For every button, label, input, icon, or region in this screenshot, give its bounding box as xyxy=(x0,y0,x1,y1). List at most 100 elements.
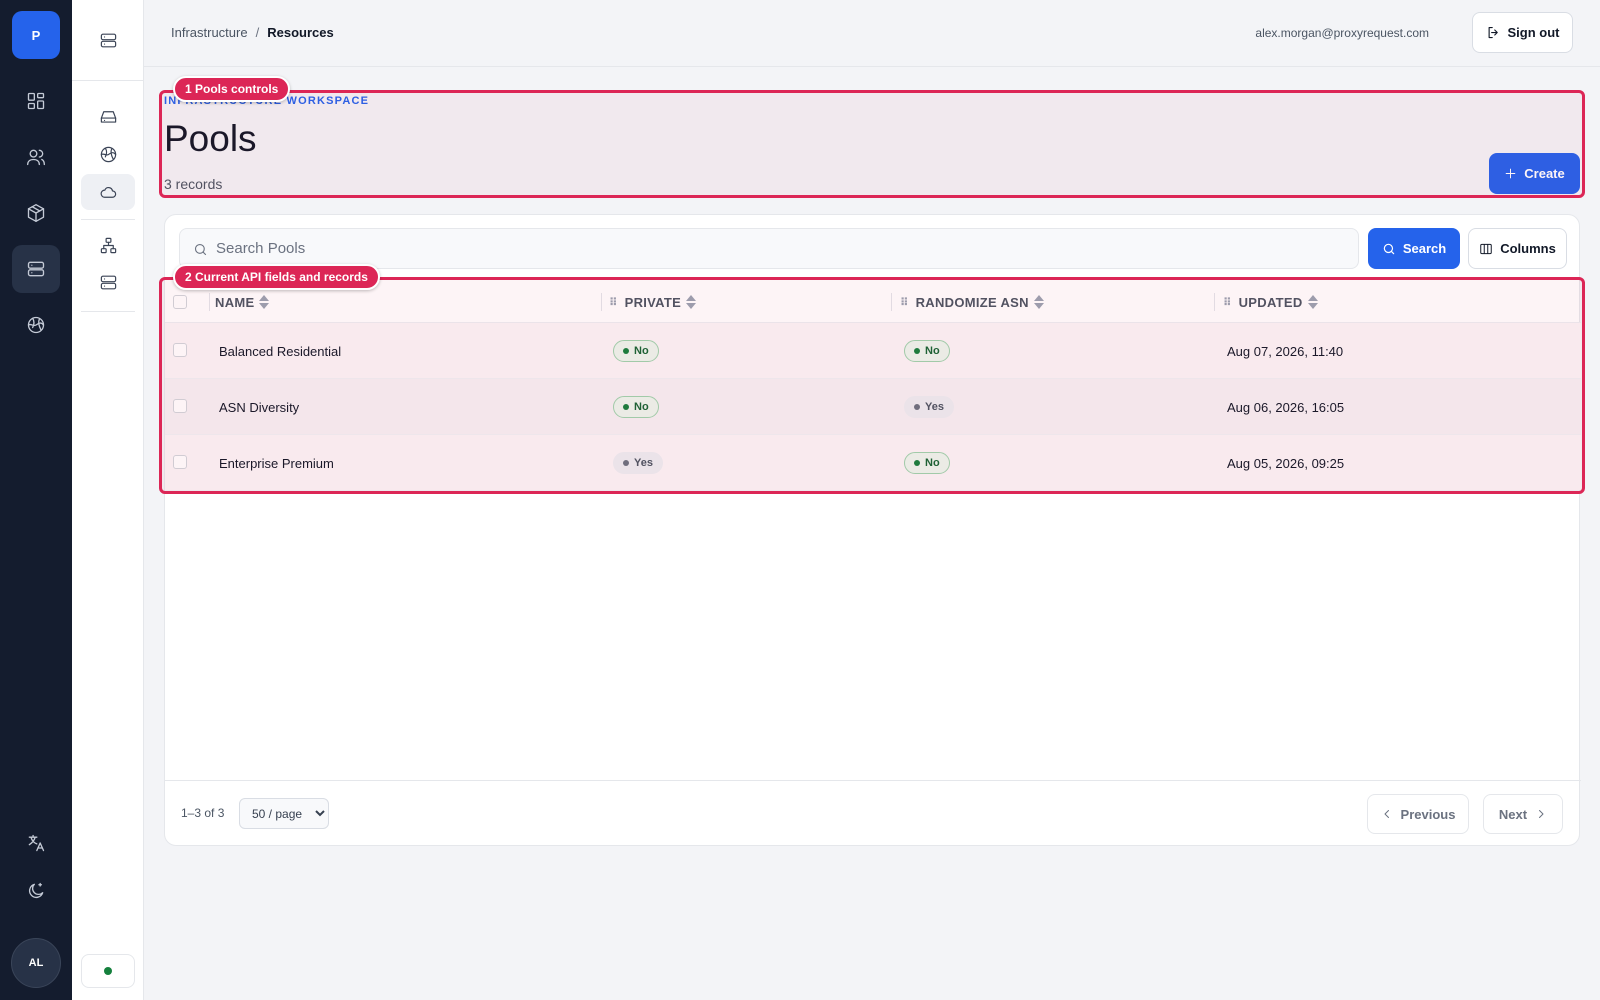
drag-handle-icon[interactable]: ⠿ xyxy=(1223,296,1232,309)
sort-icon[interactable] xyxy=(686,295,697,309)
column-divider[interactable] xyxy=(1214,293,1215,311)
cell-updated: Aug 05, 2026, 09:25 xyxy=(1227,455,1345,471)
previous-label: Previous xyxy=(1400,806,1456,822)
rail-item-users[interactable] xyxy=(12,133,60,181)
box-icon xyxy=(27,204,45,222)
primary-rail: P AL xyxy=(0,0,72,1000)
chevron-left-icon xyxy=(1384,810,1389,818)
dashboard-icon xyxy=(27,92,45,110)
column-header-label: NAME xyxy=(215,294,255,310)
table-row[interactable]: ASN Diversity No Yes Aug 06, 2026, 16:05 xyxy=(165,379,1581,435)
rail-item-theme[interactable] xyxy=(12,867,60,915)
breadcrumb-root[interactable]: Infrastructure xyxy=(171,25,248,40)
sidebar-divider xyxy=(72,80,144,81)
select-all-checkbox[interactable] xyxy=(173,295,187,309)
status-badge: Yes xyxy=(613,452,663,474)
previous-page-button[interactable]: Previous xyxy=(1367,794,1469,834)
row-checkbox[interactable] xyxy=(173,455,187,469)
annotation-box-pools-controls xyxy=(159,90,1585,198)
status-badge: No xyxy=(904,340,950,362)
column-header-label: UPDATED xyxy=(1238,294,1303,310)
column-divider[interactable] xyxy=(891,293,892,311)
server-icon xyxy=(27,261,45,277)
cell-updated: Aug 07, 2026, 11:40 xyxy=(1227,343,1344,359)
cell-name[interactable]: Balanced Residential xyxy=(219,323,341,379)
user-email: alex.morgan@proxyrequest.com xyxy=(1255,26,1429,40)
storage-icon xyxy=(100,110,116,123)
dark-mode-icon xyxy=(28,882,44,899)
server-stack-icon xyxy=(100,33,116,47)
rail-item-network[interactable] xyxy=(12,301,60,349)
status-badge: No xyxy=(613,340,659,362)
rail-item-dashboard[interactable] xyxy=(12,77,60,125)
create-button[interactable]: Create xyxy=(1489,153,1580,194)
globe-icon xyxy=(27,316,45,334)
column-divider xyxy=(209,293,210,311)
search-button-label: Search xyxy=(1402,241,1447,256)
sign-out-icon xyxy=(1488,26,1498,39)
column-header-randomize-asn[interactable]: ⠿ RANDOMIZE ASN xyxy=(900,281,1044,323)
page-size-select[interactable]: 50 / page xyxy=(239,798,329,829)
columns-button[interactable]: Columns xyxy=(1468,228,1567,269)
server-stack-icon xyxy=(100,275,116,289)
pools-card: Search Columns NAME ⠿ PRIVATE ⠿ RANDOMIZ… xyxy=(164,214,1581,846)
connection-status xyxy=(81,954,135,988)
network-icon xyxy=(100,146,116,162)
search-box[interactable] xyxy=(179,228,1359,269)
drag-handle-icon[interactable]: ⠿ xyxy=(609,296,618,309)
table-row[interactable]: Enterprise Premium Yes No Aug 05, 2026, … xyxy=(165,435,1581,491)
sidebar-item-storage[interactable] xyxy=(81,98,135,134)
chevron-right-icon xyxy=(1539,810,1544,818)
record-count: 3 records xyxy=(164,176,223,192)
sort-icon[interactable] xyxy=(1033,295,1044,309)
breadcrumb-current: Resources xyxy=(267,25,334,40)
next-page-button[interactable]: Next xyxy=(1483,794,1563,834)
pagination-bar: 1–3 of 3 50 / page Previous Next xyxy=(165,780,1581,846)
rail-item-infrastructure[interactable] xyxy=(12,245,60,293)
sidebar-item-pools[interactable] xyxy=(81,174,135,210)
search-icon xyxy=(1383,243,1395,254)
rail-item-language[interactable] xyxy=(12,819,60,867)
status-badge: No xyxy=(613,396,659,418)
app-logo[interactable]: P xyxy=(12,11,60,59)
table-body: Balanced Residential No No Aug 07, 2026,… xyxy=(165,323,1581,491)
sidebar-header-resources[interactable] xyxy=(81,22,135,58)
secondary-sidebar xyxy=(72,0,144,1000)
annotation-tag-api-fields: 2 Current API fields and records xyxy=(173,264,380,290)
sort-icon[interactable] xyxy=(1307,295,1318,309)
column-header-updated[interactable]: ⠿ UPDATED xyxy=(1223,281,1318,323)
cell-name[interactable]: Enterprise Premium xyxy=(219,435,334,491)
column-divider[interactable] xyxy=(601,293,602,311)
users-icon xyxy=(27,149,45,166)
sidebar-item-network[interactable] xyxy=(81,136,135,172)
rail-item-products[interactable] xyxy=(12,189,60,237)
user-avatar[interactable]: AL xyxy=(11,938,61,988)
cloud-icon xyxy=(100,186,116,198)
row-checkbox[interactable] xyxy=(173,399,187,413)
column-header-label: RANDOMIZE ASN xyxy=(915,294,1029,310)
status-dot-icon xyxy=(104,967,112,975)
cell-randomize-asn: Yes xyxy=(904,379,954,435)
table-row[interactable]: Balanced Residential No No Aug 07, 2026,… xyxy=(165,323,1581,379)
sort-icon[interactable] xyxy=(259,295,270,309)
columns-icon xyxy=(1480,243,1492,254)
table-header: NAME ⠿ PRIVATE ⠿ RANDOMIZE ASN ⠿ UPDATED xyxy=(165,281,1581,323)
sidebar-item-topology[interactable] xyxy=(81,227,135,263)
search-button[interactable]: Search xyxy=(1368,228,1460,269)
row-checkbox[interactable] xyxy=(173,343,187,357)
column-header-private[interactable]: ⠿ PRIVATE xyxy=(609,281,697,323)
breadcrumb-separator: / xyxy=(255,25,260,40)
drag-handle-icon[interactable]: ⠿ xyxy=(900,296,909,309)
sign-out-button[interactable]: Sign out xyxy=(1472,12,1573,53)
pools-table: NAME ⠿ PRIVATE ⠿ RANDOMIZE ASN ⠿ UPDATED xyxy=(165,281,1581,491)
cell-private: No xyxy=(613,323,659,379)
sidebar-item-servers[interactable] xyxy=(81,264,135,300)
cell-randomize-asn: No xyxy=(904,435,950,491)
page-title: Pools xyxy=(164,118,257,159)
search-icon xyxy=(194,243,207,256)
cell-name[interactable]: ASN Diversity xyxy=(219,379,299,435)
sidebar-divider xyxy=(81,219,135,220)
cell-updated: Aug 06, 2026, 16:05 xyxy=(1227,399,1345,415)
search-input[interactable] xyxy=(216,229,1346,268)
next-label: Next xyxy=(1498,806,1528,822)
